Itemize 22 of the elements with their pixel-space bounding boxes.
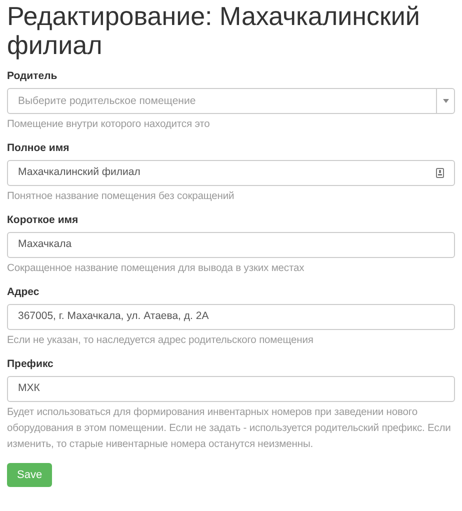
field-label: Родитель [7, 70, 58, 83]
field-label: Адрес [7, 286, 40, 299]
help-text: Понятное название помещения без сокращений [7, 190, 236, 204]
help-text: Если не указан, то наследуется адрес родительского помещения [7, 334, 314, 348]
caret-icon [442, 99, 448, 103]
field-value: МХК [18, 381, 41, 396]
field-label: Короткое имя [7, 214, 80, 227]
select-placeholder: Выберите родительское помещение [17, 94, 197, 109]
field-value: Махачкалинский филиал [18, 165, 142, 180]
input-field[interactable]: МХК [7, 376, 455, 402]
help-text: Помещение внутри которого находится это [7, 118, 211, 132]
help-text: Будет использоваться для формирования инвентарных номеров при заведении нового оборудования в этом помещении. Если не задать - используется родительский префикс. Если изменить, то старые нивентарные номера останутся неизменны. [7, 406, 452, 452]
contact-card-icon [436, 168, 444, 178]
help-text: Сокращенное название помещения для вывода в узких местах [7, 262, 306, 276]
input-field[interactable]: 367005, г. Махачкала, ул. Атаева, д. 2А [7, 304, 455, 330]
input-field[interactable]: Махачкалинский филиал [7, 160, 455, 186]
field-value: Махачкала [18, 237, 73, 252]
page-title: Редактирование: Махачкалинский филиал [7, 2, 421, 60]
field-label: Префикс [7, 358, 54, 371]
input-field[interactable]: Махачкала [7, 232, 455, 258]
field-value: 367005, г. Махачкала, ул. Атаева, д. 2А [18, 309, 210, 324]
field-label: Полное имя [7, 142, 70, 155]
